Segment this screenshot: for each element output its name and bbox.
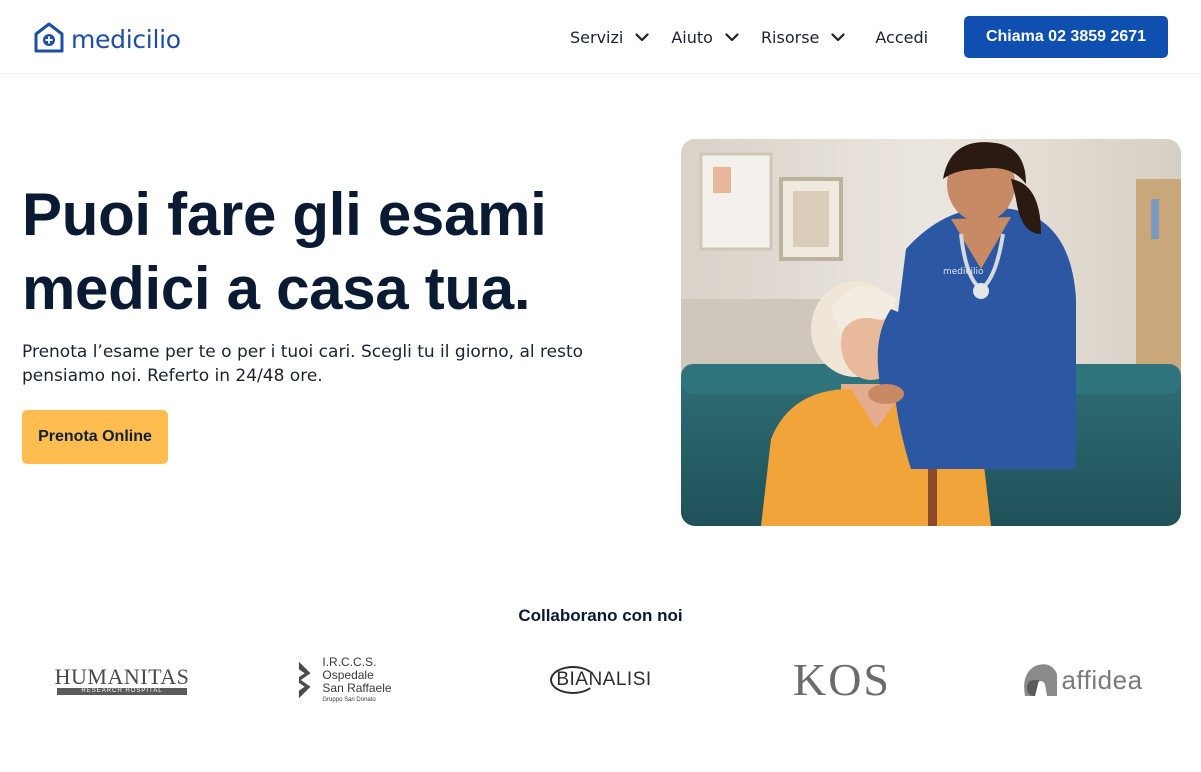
hero-image: medicilio xyxy=(681,139,1181,526)
partner-kos-name: KOS xyxy=(792,654,892,705)
nav-aiuto-label: Aiuto xyxy=(671,27,713,47)
san-raffaele-mark-icon xyxy=(298,661,311,699)
site-header: medicilio Servizi Aiuto Risorse Accedi C… xyxy=(0,0,1201,74)
nav-aiuto[interactable]: Aiuto xyxy=(671,28,739,47)
partner-san-raffaele-tagline: Gruppo San Donato xyxy=(322,696,376,703)
nav-servizi-label: Servizi xyxy=(570,27,624,47)
nav-accedi-label: Accedi xyxy=(875,27,929,47)
partner-humanitas-logo: HUMANITAS RESEARCH HOSPITAL xyxy=(54,655,190,705)
partner-san-raffaele-logo: I.R.C.C.S. Ospedale San Raffaele Gruppo … xyxy=(297,655,427,705)
chevron-down-icon xyxy=(635,32,649,41)
nav-risorse[interactable]: Risorse xyxy=(761,28,845,47)
call-button[interactable]: Chiama 02 3859 2671 xyxy=(964,16,1168,58)
nav-accedi[interactable]: Accedi xyxy=(875,28,928,47)
partner-kos-logo: KOS xyxy=(777,655,907,705)
partners-title: Collaborano con noi xyxy=(518,606,683,625)
main-nav: Servizi Aiuto Risorse Accedi xyxy=(570,24,928,50)
partner-san-raffaele-name: I.R.C.C.S. Ospedale xyxy=(322,654,377,682)
partner-humanitas-name: HUMANITAS xyxy=(54,663,190,689)
partner-bianalisi-logo: BIANALISI xyxy=(537,655,667,705)
house-plus-icon xyxy=(34,22,64,52)
book-online-button[interactable]: Prenota Online xyxy=(22,410,168,464)
partner-affidea-logo: affidea xyxy=(1017,655,1147,705)
uniform-logo: medicilio xyxy=(943,267,984,277)
partner-affidea-name: affidea xyxy=(1061,664,1143,695)
hero-title-line2: medici a casa tua. xyxy=(22,255,531,322)
hero-title-line1: Puoi fare gli esami xyxy=(22,181,547,248)
chevron-down-icon xyxy=(725,32,739,41)
nurse-with-patient-illustration: medicilio xyxy=(681,139,1181,526)
nav-servizi[interactable]: Servizi xyxy=(570,28,649,47)
logo[interactable]: medicilio xyxy=(34,21,181,54)
affidea-mark-icon xyxy=(1024,664,1058,696)
hero-title: Puoi fare gli esami medici a casa tua. xyxy=(22,178,642,326)
partner-humanitas-tagline: RESEARCH HOSPITAL xyxy=(57,687,187,695)
hero-subtitle: Prenota l’esame per te o per i tuoi cari… xyxy=(22,342,584,386)
bianalisi-ring-icon xyxy=(550,666,597,694)
logo-text: medicilio xyxy=(71,24,181,54)
nav-risorse-label: Risorse xyxy=(760,27,820,47)
partner-san-raffaele-name2: San Raffaele xyxy=(322,680,392,695)
chevron-down-icon xyxy=(831,32,845,41)
